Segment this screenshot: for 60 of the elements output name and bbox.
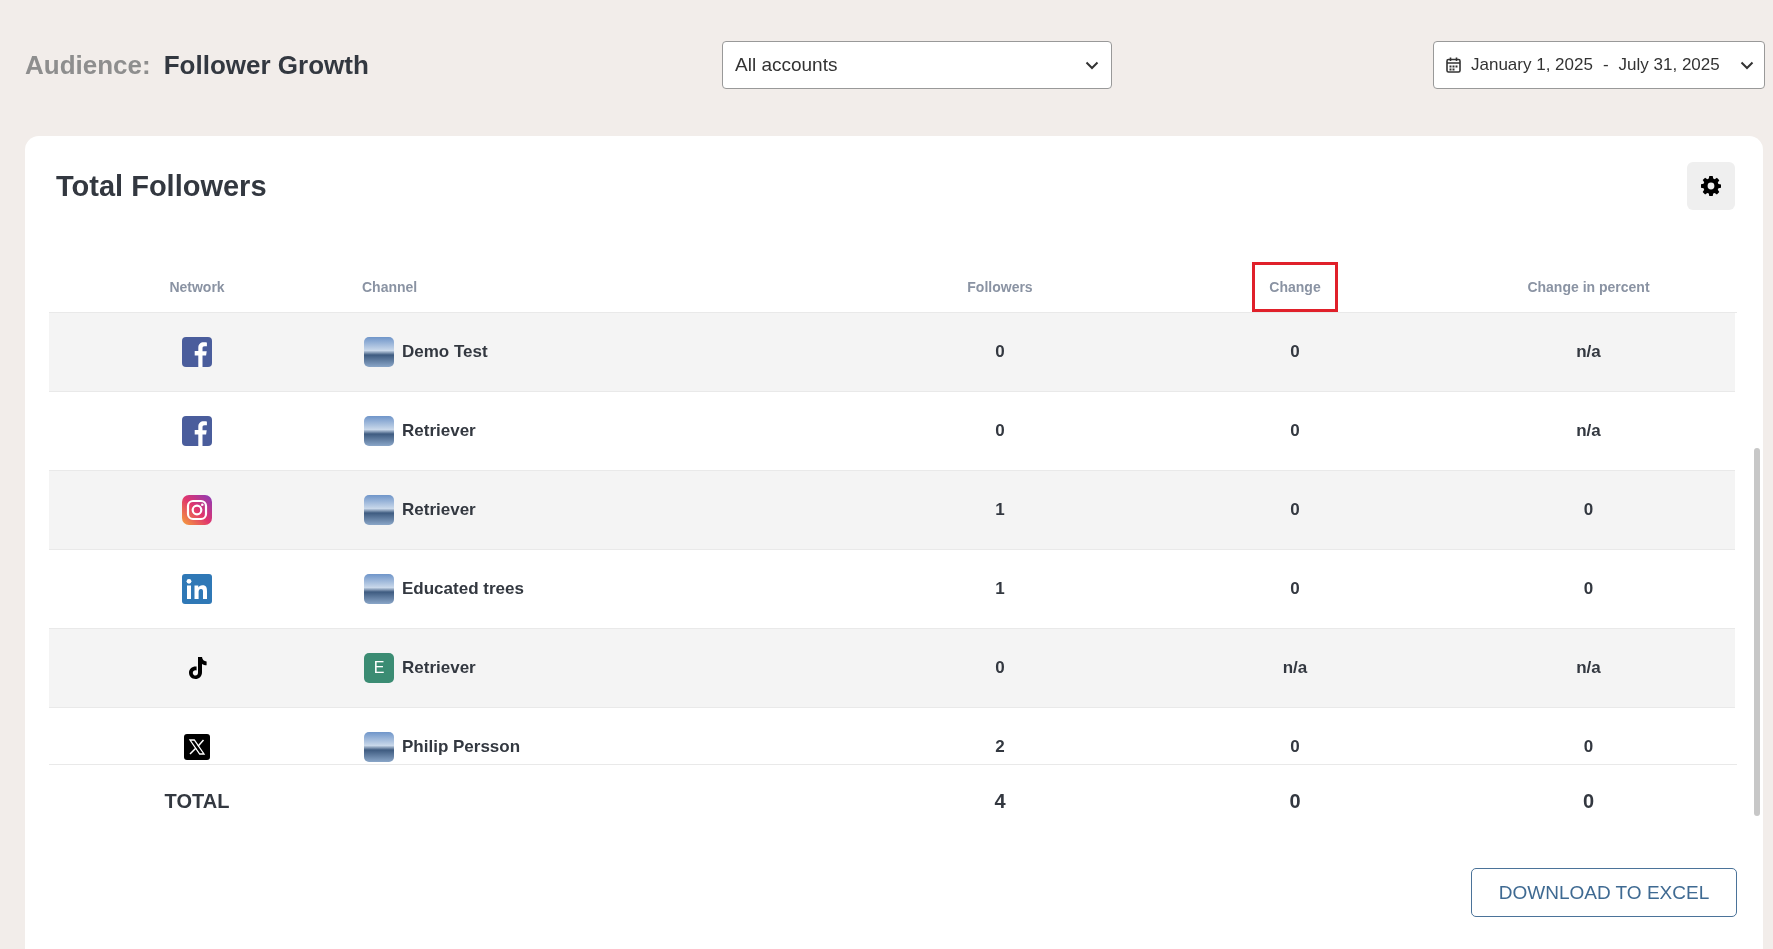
chevron-down-icon	[1085, 60, 1099, 70]
table-cell-text: 0	[994, 421, 1006, 441]
photo-placeholder	[364, 732, 394, 762]
scrollbar-thumb[interactable]	[1754, 448, 1760, 816]
table-cell-text: 0	[1289, 579, 1301, 599]
column-header: Followers	[966, 278, 1034, 297]
section-label: Audience:	[25, 49, 151, 81]
table-cell-text: 0	[1289, 737, 1301, 757]
total-label: TOTAL	[163, 789, 231, 813]
table-cell-text: n/a	[1575, 342, 1602, 362]
table-cell-text: 0	[994, 658, 1006, 678]
channel-name: Retriever	[402, 421, 476, 441]
column-header: Network	[168, 278, 226, 297]
dropdown-value: All accounts	[735, 54, 838, 76]
channel-name: Retriever	[402, 658, 476, 678]
table-cell-text: 0	[1582, 579, 1595, 599]
column-header: Channel	[361, 278, 419, 297]
in-logo-icon	[182, 574, 212, 604]
settings-button[interactable]	[1687, 162, 1735, 210]
f-logo-icon	[182, 416, 212, 446]
download-button[interactable]: DOWNLOAD TO EXCEL	[1471, 868, 1737, 917]
card-title: Total Followers	[55, 169, 267, 203]
photo-placeholder	[364, 337, 394, 367]
table-cell-text: 0	[1582, 737, 1595, 757]
total-cell-text: 4	[993, 789, 1007, 813]
table-cell-text: 1	[994, 500, 1006, 520]
table-cell-text: 0	[1289, 500, 1301, 520]
start-date: January 1, 2025	[1471, 55, 1593, 75]
total-cell-text: 0	[1581, 789, 1596, 813]
page-title: Follower Growth	[163, 49, 369, 81]
photo-placeholder	[364, 416, 394, 446]
end-date: July 31, 2025	[1618, 55, 1720, 75]
x-logo-icon	[182, 732, 212, 762]
channel-name: Educated trees	[402, 579, 524, 599]
chevron-down-icon	[1740, 61, 1754, 70]
table-cell-text: 0	[994, 342, 1006, 362]
column-header: Change in percent	[1526, 278, 1651, 297]
calendar-icon	[1446, 57, 1461, 73]
table-cell-text: 1	[994, 579, 1006, 599]
table-cell-text: 0	[1289, 421, 1301, 441]
table-cell-text: 2	[994, 737, 1006, 757]
table-cell-text: 0	[1289, 342, 1301, 362]
account-dropdown[interactable]: All accounts	[722, 41, 1112, 89]
column-header: Change	[1252, 262, 1338, 312]
f-logo-icon	[182, 337, 212, 367]
channel-name: Philip Persson	[402, 737, 521, 757]
table-cell-text: n/a	[1281, 658, 1309, 678]
table-cell-text: 0	[1582, 500, 1595, 520]
date-range-picker[interactable]: January 1, 2025 - July 31, 2025	[1433, 41, 1765, 89]
channel-name: Retriever	[402, 500, 476, 520]
camera-logo-icon	[182, 495, 212, 525]
settings-icon	[1701, 176, 1721, 196]
channel-name: Demo Test	[402, 342, 488, 362]
total-cell-text: 0	[1288, 789, 1302, 813]
letter-avatar: E	[364, 653, 394, 683]
table-cell-text: n/a	[1575, 421, 1602, 441]
table-cell-text: n/a	[1575, 658, 1602, 678]
date-separator: -	[1602, 55, 1609, 75]
photo-placeholder	[364, 495, 394, 525]
photo-placeholder	[364, 574, 394, 604]
